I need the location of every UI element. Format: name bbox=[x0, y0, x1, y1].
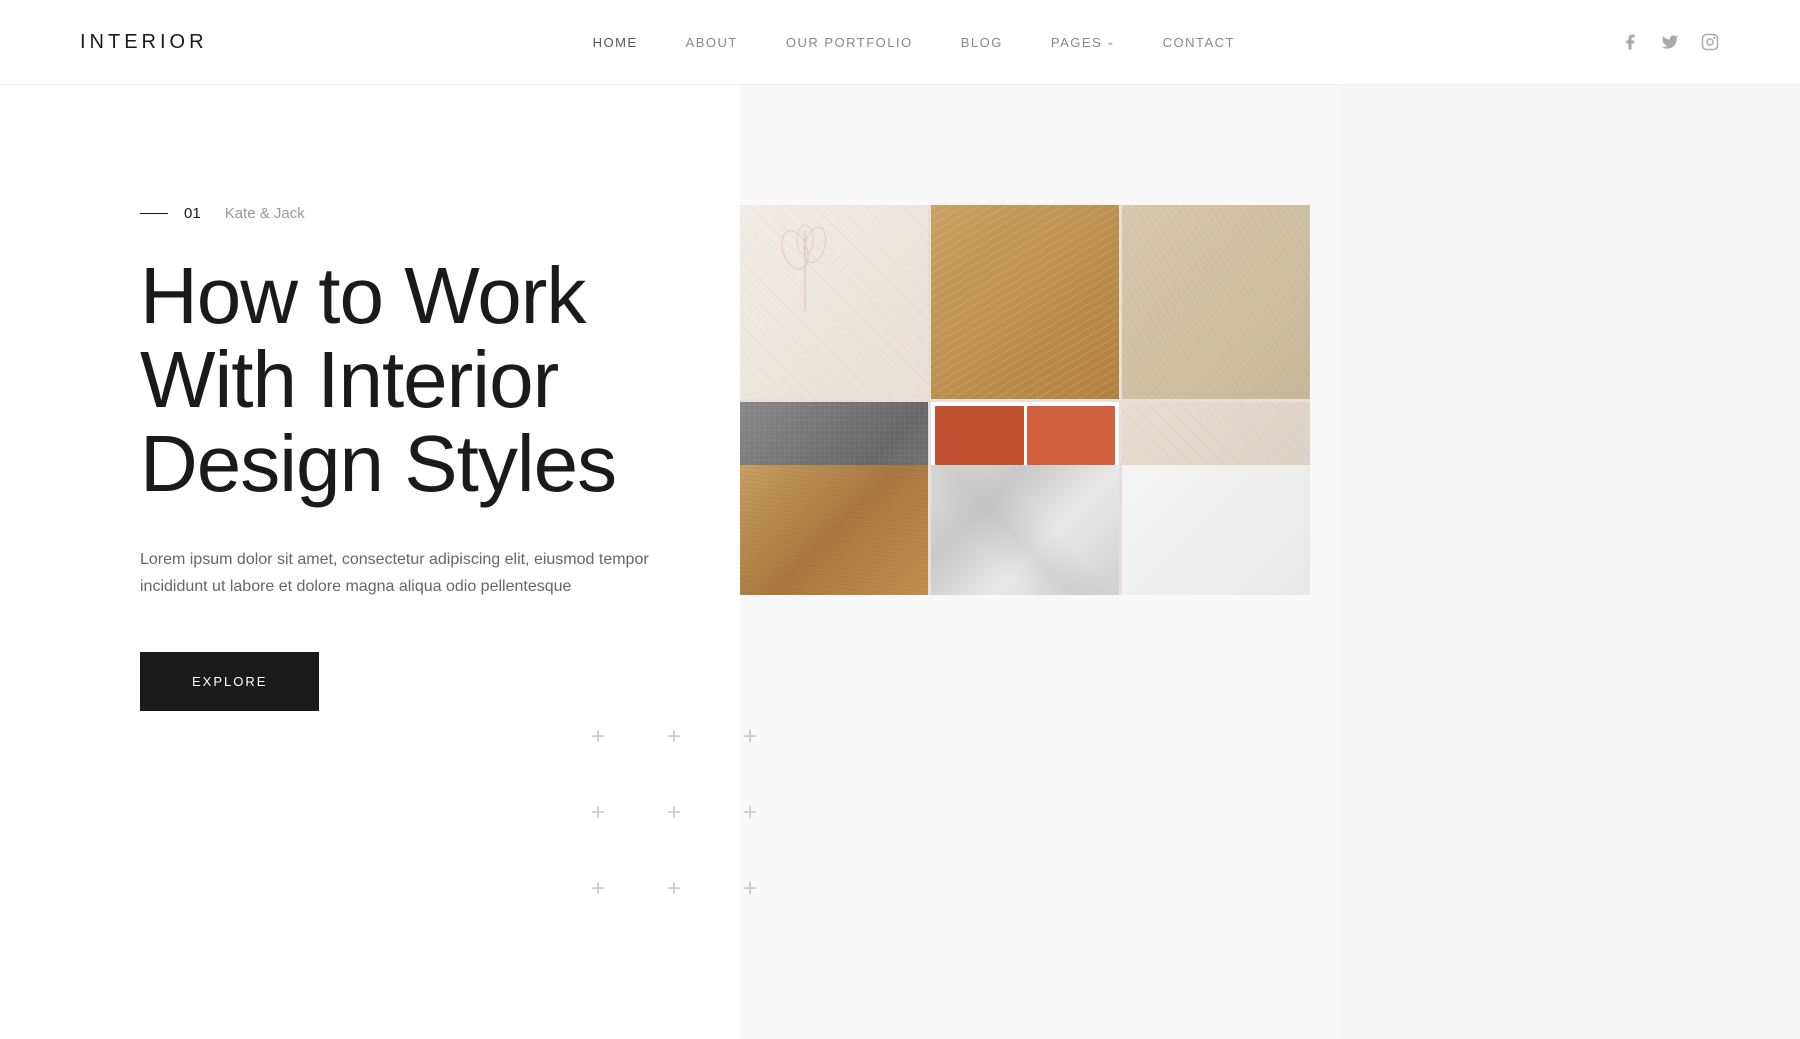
article-number: 01 bbox=[140, 205, 201, 222]
nav-item-pages-wrapper[interactable]: PAGES ⌄ bbox=[1051, 35, 1115, 50]
marble-material bbox=[931, 465, 1119, 595]
explore-button[interactable]: EXPLORE bbox=[140, 652, 319, 711]
nav-item-portfolio[interactable]: OUR PORTFOLIO bbox=[786, 35, 913, 50]
fabric-cell-tan bbox=[1122, 205, 1310, 399]
fabric-cell-amber bbox=[931, 205, 1119, 399]
hero-right bbox=[740, 85, 1800, 1039]
wood-material bbox=[740, 465, 928, 595]
twitter-icon[interactable] bbox=[1660, 32, 1680, 52]
dash-decoration bbox=[140, 213, 168, 215]
right-background bbox=[1340, 85, 1800, 1039]
plus-icon: + bbox=[720, 859, 780, 919]
plus-icon: + bbox=[644, 707, 704, 767]
article-author: Kate & Jack bbox=[225, 205, 305, 222]
nav-item-blog[interactable]: BLOG bbox=[961, 35, 1003, 50]
plus-decoration: + + + + + + + + + bbox=[568, 707, 780, 919]
plus-icon: + bbox=[720, 783, 780, 843]
plus-icon: + bbox=[568, 783, 628, 843]
swatch-coral bbox=[1027, 406, 1116, 466]
white-material bbox=[1122, 465, 1310, 595]
article-meta: 01 Kate & Jack bbox=[140, 205, 660, 222]
swatch-red bbox=[935, 406, 1024, 466]
number-label: 01 bbox=[184, 205, 201, 222]
header: INTERIOR HOME ABOUT OUR PORTFOLIO BLOG P… bbox=[0, 0, 1800, 85]
plus-icon: + bbox=[644, 859, 704, 919]
materials-row bbox=[740, 465, 1310, 595]
hero-title: How to Work With Interior Design Styles bbox=[140, 254, 660, 506]
plus-icon: + bbox=[568, 859, 628, 919]
nav-item-contact[interactable]: CONTACT bbox=[1163, 35, 1235, 50]
fabric-cell-white bbox=[740, 205, 928, 399]
facebook-icon[interactable] bbox=[1620, 32, 1640, 52]
nav-item-about[interactable]: ABOUT bbox=[686, 35, 738, 50]
social-icons bbox=[1620, 32, 1720, 52]
logo[interactable]: INTERIOR bbox=[80, 31, 208, 54]
hero-left: 01 Kate & Jack How to Work With Interior… bbox=[0, 85, 740, 1039]
floral-sketch bbox=[765, 220, 845, 320]
nav-item-home[interactable]: HOME bbox=[593, 35, 638, 50]
nav-item-pages[interactable]: PAGES bbox=[1051, 35, 1102, 50]
main-nav: HOME ABOUT OUR PORTFOLIO BLOG PAGES ⌄ CO… bbox=[593, 35, 1235, 50]
plus-icon: + bbox=[568, 707, 628, 767]
hero-image bbox=[740, 205, 1310, 595]
chevron-down-icon: ⌄ bbox=[1106, 37, 1114, 48]
main-content: 01 Kate & Jack How to Work With Interior… bbox=[0, 85, 1800, 1039]
instagram-icon[interactable] bbox=[1700, 32, 1720, 52]
plus-icon: + bbox=[644, 783, 704, 843]
hero-description: Lorem ipsum dolor sit amet, consectetur … bbox=[140, 546, 660, 600]
plus-icon: + bbox=[720, 707, 780, 767]
